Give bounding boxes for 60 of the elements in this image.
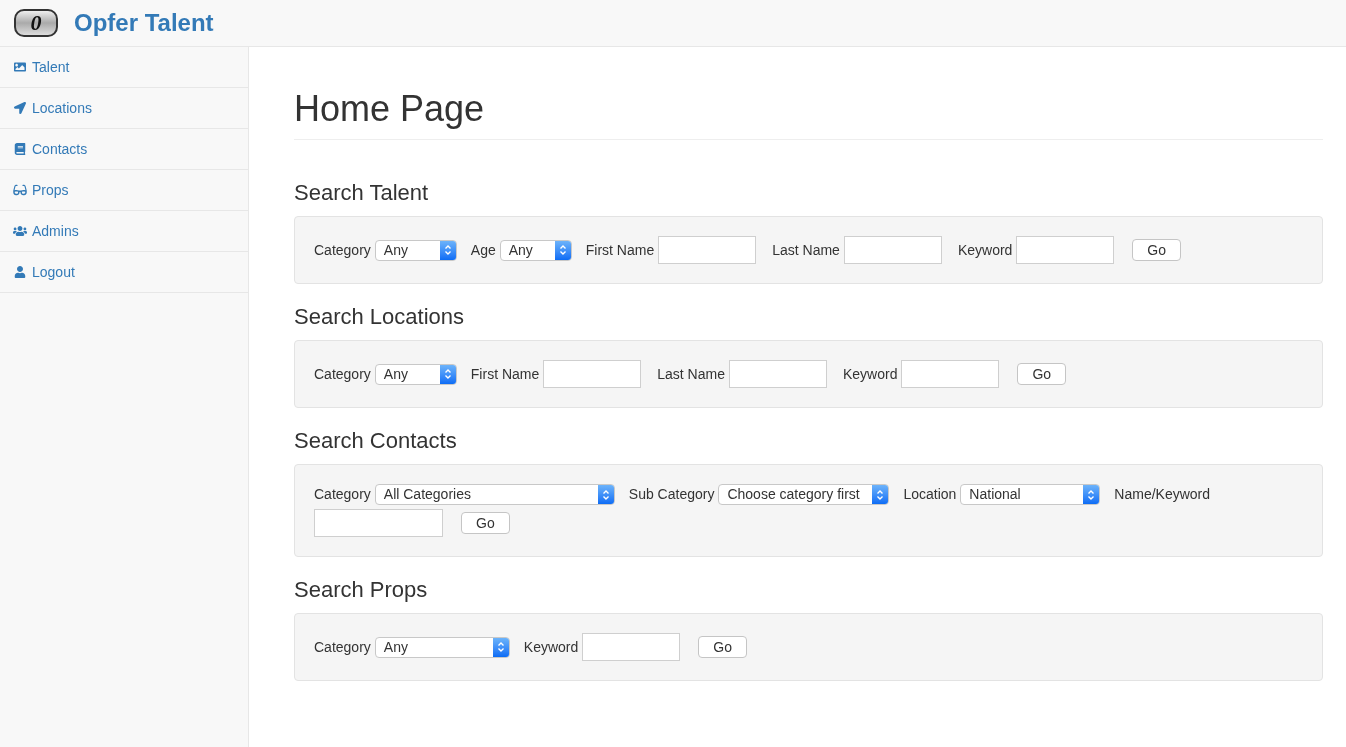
section-heading: Search Talent bbox=[294, 180, 430, 206]
page-title: Home Page bbox=[294, 87, 1323, 140]
user-icon bbox=[13, 266, 27, 278]
select-dropdown[interactable]: Any bbox=[374, 363, 457, 385]
brand-logo[interactable]: 0 bbox=[14, 9, 58, 37]
stepper-icon bbox=[554, 240, 571, 260]
select-dropdown[interactable]: Any bbox=[499, 239, 572, 261]
arrow-icon bbox=[13, 102, 27, 114]
select-dropdown[interactable]: Choose category first bbox=[718, 484, 890, 505]
text-input[interactable] bbox=[728, 360, 827, 388]
text-input[interactable] bbox=[543, 360, 642, 388]
stepper-icon bbox=[1083, 485, 1100, 504]
field-label: Last Name bbox=[772, 240, 840, 260]
select-dropdown[interactable]: Any bbox=[374, 636, 510, 658]
section-heading: Search Props bbox=[294, 577, 429, 603]
field-label: Location bbox=[903, 485, 957, 504]
sidebar-item[interactable]: Logout bbox=[0, 252, 248, 293]
users-icon bbox=[13, 225, 27, 237]
text-input[interactable] bbox=[582, 633, 681, 661]
sidebar-item[interactable]: Talent bbox=[0, 47, 248, 88]
text-input[interactable] bbox=[901, 360, 1000, 388]
brand-name[interactable]: Opfer Talent bbox=[74, 5, 214, 41]
field-label: Keyword bbox=[523, 637, 579, 657]
field-label: Age bbox=[470, 240, 496, 260]
field-label: Last Name bbox=[657, 364, 725, 384]
sidebar-item[interactable]: Props bbox=[0, 170, 248, 211]
field-label: Category bbox=[314, 637, 371, 657]
stepper-icon bbox=[439, 240, 456, 260]
text-input[interactable] bbox=[843, 236, 942, 264]
text-input[interactable] bbox=[1016, 236, 1115, 264]
go-button[interactable]: Go bbox=[1017, 363, 1067, 385]
field-label: Sub Category bbox=[628, 485, 715, 504]
section-heading: Search Locations bbox=[294, 304, 465, 330]
stepper-icon bbox=[597, 485, 614, 504]
field-label: Keyword bbox=[842, 364, 898, 384]
book-icon bbox=[13, 143, 27, 155]
text-input[interactable] bbox=[314, 509, 443, 537]
select-dropdown[interactable]: Any bbox=[374, 239, 457, 261]
select-dropdown[interactable]: All Categories bbox=[374, 484, 615, 505]
text-input[interactable] bbox=[658, 236, 757, 264]
stepper-icon bbox=[439, 364, 456, 384]
image-icon bbox=[13, 61, 27, 73]
section-heading: Search Contacts bbox=[294, 428, 458, 454]
field-label: Keyword bbox=[957, 240, 1013, 260]
select-dropdown[interactable]: National bbox=[960, 484, 1101, 505]
go-button[interactable]: Go bbox=[1132, 239, 1182, 261]
field-label: Name/Keyword bbox=[1114, 485, 1211, 504]
go-button[interactable]: Go bbox=[461, 512, 510, 534]
stepper-icon bbox=[492, 637, 509, 657]
field-label: First Name bbox=[585, 240, 655, 260]
sidebar-item[interactable]: Admins bbox=[0, 211, 248, 252]
glasses-icon bbox=[13, 184, 27, 196]
go-button[interactable]: Go bbox=[698, 636, 747, 658]
field-label: Category bbox=[314, 364, 371, 384]
sidebar-item[interactable]: Locations bbox=[0, 88, 248, 129]
stepper-icon bbox=[872, 485, 889, 504]
field-label: Category bbox=[314, 485, 371, 504]
field-label: Category bbox=[314, 240, 371, 260]
field-label: First Name bbox=[470, 364, 540, 384]
sidebar-item[interactable]: Contacts bbox=[0, 129, 248, 170]
